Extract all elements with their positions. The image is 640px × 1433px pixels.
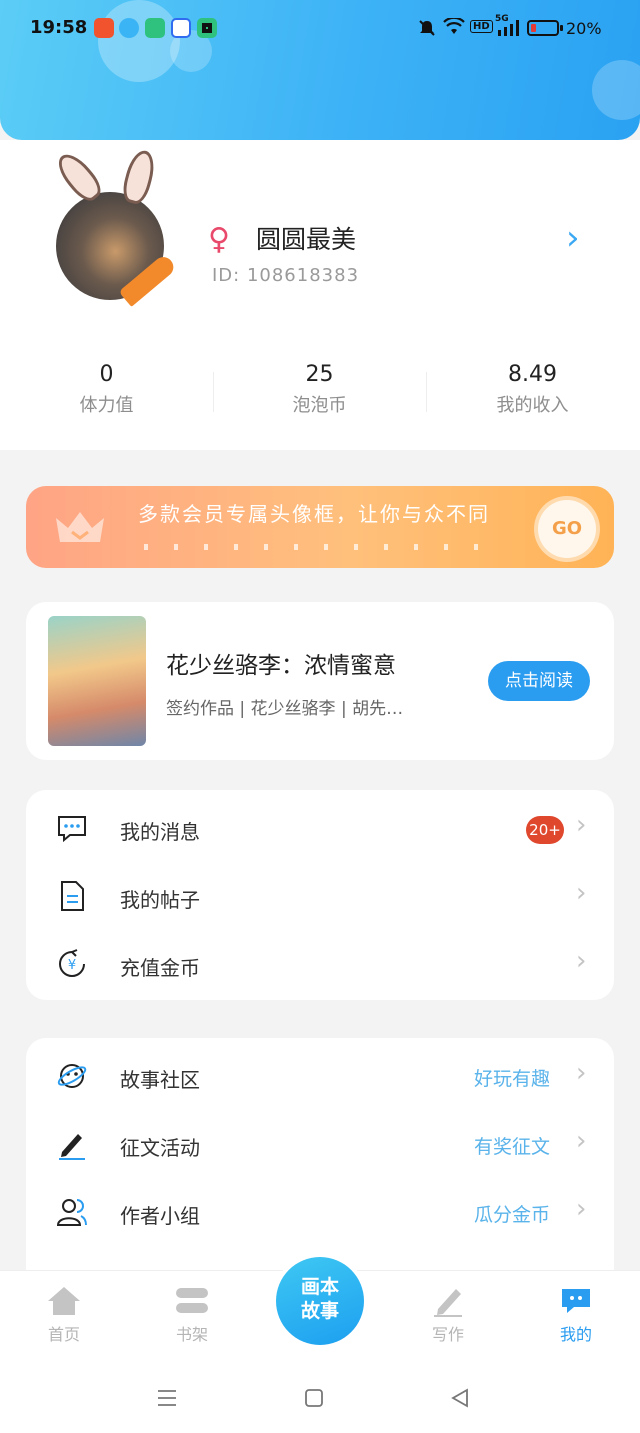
stat-label: 体力值: [79, 395, 134, 416]
nickname[interactable]: 圆圆最美: [256, 220, 356, 256]
menu-item-hint: 好玩有趣: [473, 1068, 550, 1090]
chevron-right-icon[interactable]: ›: [566, 218, 580, 258]
menu-item-label: 故事社区: [120, 1068, 200, 1092]
chevron-right-icon: ›: [576, 878, 587, 908]
chevron-right-icon: ›: [576, 1058, 587, 1088]
write-icon: [434, 1289, 462, 1317]
baidu-icon: [171, 18, 191, 38]
menu-item-hint: 瓜分金币: [473, 1204, 550, 1226]
battery-icon: [527, 20, 563, 36]
wifi-icon: [443, 18, 465, 34]
stat-bubble-coins[interactable]: 25 泡泡币: [213, 362, 426, 417]
female-icon: ♀: [208, 222, 230, 257]
tab-home[interactable]: 首页: [24, 1285, 104, 1345]
vip-banner-text: 多款会员专属头像框，让你与众不同: [138, 502, 490, 526]
tab-bookshelf[interactable]: 书架: [152, 1285, 232, 1345]
stat-label: 泡泡币: [292, 395, 347, 416]
group-icon: [56, 1199, 87, 1226]
mute-bell-icon: [419, 20, 435, 36]
stat-value: 8.49: [508, 362, 557, 387]
read-button[interactable]: 点击阅读: [488, 661, 590, 701]
story-label-line2: 故事: [300, 1300, 339, 1322]
stat-income[interactable]: 8.49 我的收入: [426, 362, 639, 417]
menu-item-contest[interactable]: 征文活动 有奖征文 ›: [26, 1110, 614, 1178]
bottom-tab-bar: 首页 书架 画本 故事 写作 我的: [0, 1253, 640, 1370]
avatar[interactable]: [51, 147, 178, 307]
vip-banner[interactable]: 多款会员专属头像框，让你与众不同 GO: [26, 486, 614, 568]
story-label-line1: 画本: [300, 1276, 339, 1298]
book-title[interactable]: 花少丝骆李：浓情蜜意: [166, 646, 396, 680]
chevron-right-icon: ›: [576, 810, 587, 840]
home-nav-icon[interactable]: [304, 1388, 324, 1408]
unread-badge: 20+: [526, 816, 564, 844]
status-bar: 19:58 HD 5G 20%: [0, 0, 640, 56]
menu-group-secondary: 故事社区 好玩有趣 › 征文活动 有奖征文 › 作者小组 瓜分金币 ›: [26, 1038, 614, 1288]
menu-item-messages[interactable]: 我的消息 20+ ›: [26, 794, 614, 862]
hd-icon: HD: [470, 20, 493, 33]
crown-icon: [56, 512, 104, 542]
menu-item-hint: 有奖征文: [473, 1136, 550, 1158]
decor-sparkles: [144, 544, 494, 550]
stat-value: 25: [305, 362, 334, 387]
battery-level: [531, 24, 536, 32]
stat-label: 我的收入: [496, 395, 569, 416]
menu-item-author-group[interactable]: 作者小组 瓜分金币 ›: [26, 1178, 614, 1246]
rabbit-ear-icon: [119, 147, 159, 207]
profile-section: ♀ 圆圆最美 ID: 108618383 › 0 体力值 25 泡泡币 8.49…: [0, 140, 640, 450]
go-button[interactable]: GO: [538, 500, 596, 558]
back-icon[interactable]: [450, 1388, 470, 1408]
tab-label: 首页: [47, 1325, 80, 1344]
system-nav-bar: [0, 1370, 640, 1433]
signal-icon: [498, 20, 519, 36]
menu-item-label: 征文活动: [120, 1136, 200, 1160]
menu-item-label: 充值金币: [120, 956, 200, 980]
pen-icon: [59, 1134, 85, 1160]
qq-icon: [119, 18, 139, 38]
chevron-right-icon: ›: [576, 1194, 587, 1224]
menu-item-label: 我的帖子: [120, 888, 200, 912]
tab-label: 我的: [559, 1325, 592, 1344]
battery-percent: 20%: [566, 19, 602, 38]
svg-text:¥: ¥: [68, 958, 76, 973]
app-red-icon: [94, 18, 114, 38]
tab-mine[interactable]: 我的: [536, 1285, 616, 1345]
message-icon: [58, 816, 86, 843]
book-cover[interactable]: [48, 616, 146, 746]
bookshelf-icon: [176, 1288, 208, 1313]
menu-item-label: 作者小组: [120, 1204, 200, 1228]
tab-label: 写作: [431, 1325, 464, 1344]
planet-icon: [57, 1064, 87, 1088]
stat-stamina[interactable]: 0 体力值: [0, 362, 213, 417]
coin-recharge-icon: ¥: [59, 949, 85, 977]
menu-item-recharge[interactable]: ¥ 充值金币 ›: [26, 930, 614, 998]
decor-bubble: [592, 60, 640, 120]
tab-story[interactable]: 画本 故事: [272, 1253, 368, 1349]
tab-label: 书架: [175, 1325, 208, 1344]
recommended-book-card[interactable]: 花少丝骆李：浓情蜜意 签约作品 | 花少丝骆李 | 胡先… 点击阅读: [26, 602, 614, 760]
recents-icon[interactable]: [156, 1388, 178, 1408]
tab-write[interactable]: 写作: [408, 1285, 488, 1345]
chevron-right-icon: ›: [576, 946, 587, 976]
green-app-icon: [145, 18, 165, 38]
document-icon: [61, 881, 84, 911]
stats-row: 0 体力值 25 泡泡币 8.49 我的收入: [0, 362, 640, 422]
home-icon: [48, 1287, 80, 1315]
status-time: 19:58: [30, 17, 88, 38]
camera-app-icon: [197, 18, 217, 38]
book-meta: 签约作品 | 花少丝骆李 | 胡先…: [166, 699, 404, 719]
user-id: ID: 108618383: [212, 265, 360, 286]
chat-bubble-face-icon: [562, 1289, 590, 1313]
menu-item-posts[interactable]: 我的帖子 ›: [26, 862, 614, 930]
story-button[interactable]: 画本 故事: [276, 1257, 364, 1345]
chevron-right-icon: ›: [576, 1126, 587, 1156]
menu-item-community[interactable]: 故事社区 好玩有趣 ›: [26, 1042, 614, 1110]
stat-value: 0: [99, 362, 114, 387]
menu-item-label: 我的消息: [120, 820, 200, 844]
menu-group-primary: 我的消息 20+ › 我的帖子 › ¥ 充值金币 ›: [26, 790, 614, 1000]
